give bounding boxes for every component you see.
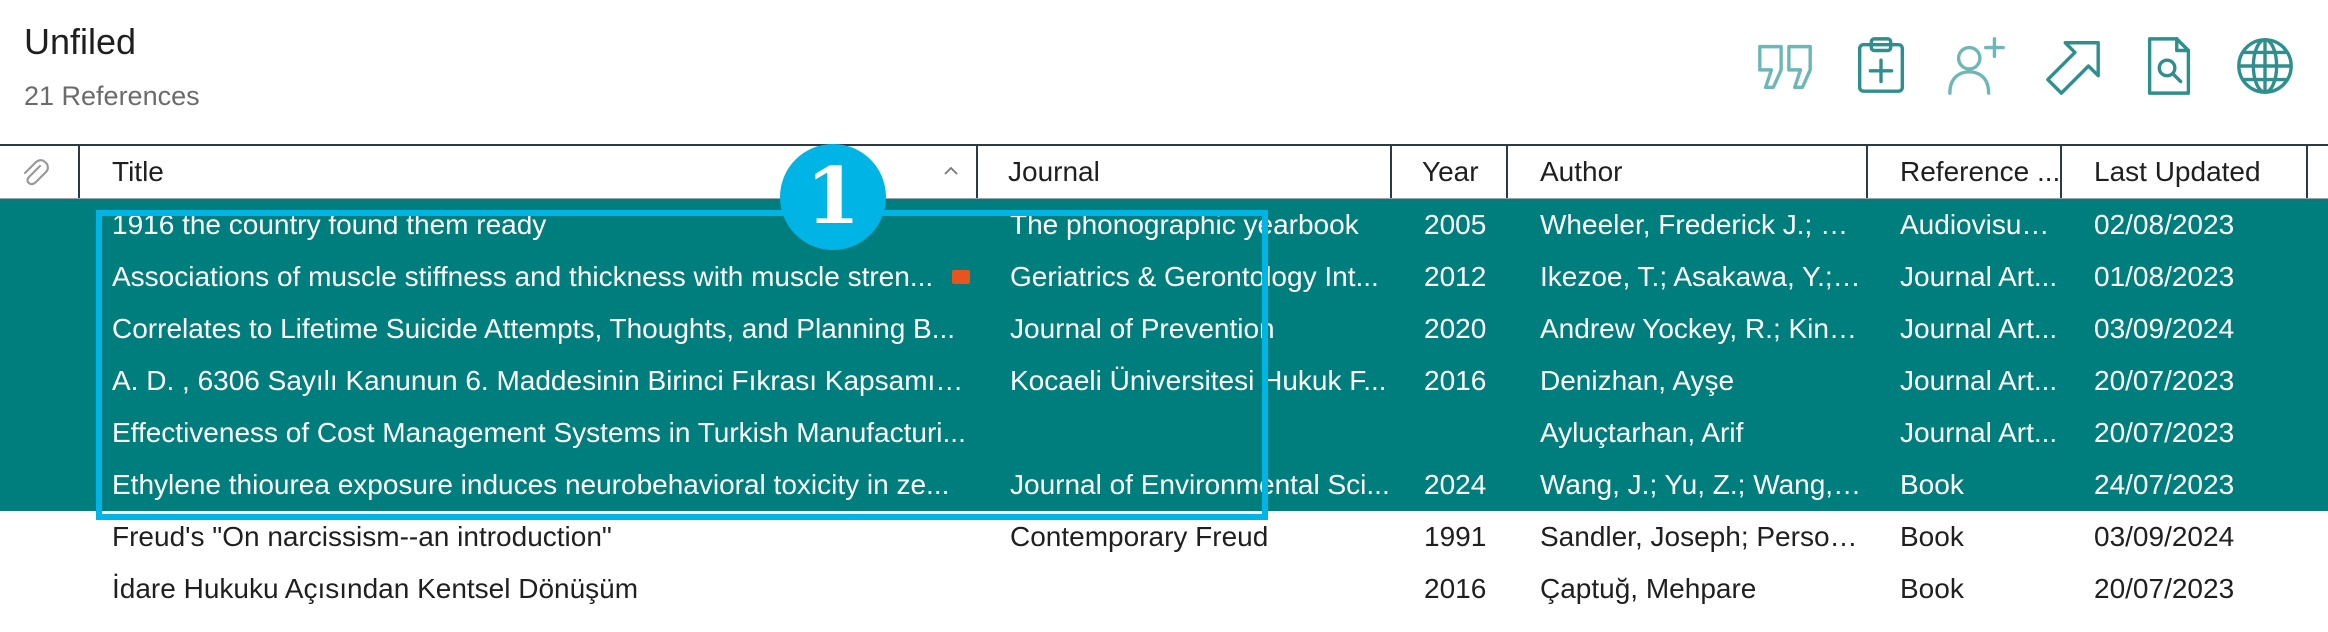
cell-author: Ayluçtarhan, Arif (1540, 417, 1744, 448)
cell-author: Ikezoe, T.; Asakawa, Y.; F... (1540, 261, 1866, 292)
share-arrow-icon (2046, 41, 2100, 95)
cell-author: Sandler, Joseph; Person,... (1540, 521, 1866, 552)
table-row[interactable]: Ethylene thiourea exposure induces neuro… (0, 459, 2328, 511)
table-row[interactable]: Correlates to Lifetime Suicide Attempts,… (0, 303, 2328, 355)
cell-last-updated: 20/07/2023 (2094, 365, 2235, 396)
cell-reference-type: Book (1900, 573, 1964, 604)
table-row[interactable]: Associations of muscle stiffness and thi… (0, 251, 2328, 303)
cell-year: 2024 (1424, 469, 1487, 500)
cell-title: Associations of muscle stiffness and thi… (112, 261, 934, 292)
cell-title: İdare Hukuku Açısından Kentsel Dönüşüm (112, 573, 639, 604)
column-header-author[interactable]: Author (1508, 146, 1868, 198)
cell-journal (1010, 563, 1390, 615)
column-header-author-label: Author (1540, 156, 1623, 187)
cell-last-updated: 02/08/2023 (2094, 209, 2235, 240)
quote-icon (1758, 44, 1812, 90)
column-header-title-label: Title (112, 156, 164, 187)
web-globe-icon (2237, 38, 2293, 94)
cell-year: 1991 (1424, 521, 1487, 552)
cell-year: 2016 (1424, 573, 1487, 604)
folder-title: Unfiled (24, 21, 137, 62)
column-header-last-updated-label: Last Updated (2094, 156, 2261, 187)
cell-reference-type: Journal Art... (1900, 261, 2058, 292)
toolbar (1752, 32, 2298, 100)
column-header-attachment[interactable] (0, 146, 80, 198)
cell-reference-type: Audiovisua... (1900, 209, 2060, 240)
cell-title: A. D. , 6306 Sayılı Kanunun 6. Maddesini… (112, 365, 972, 396)
column-header-journal[interactable]: Journal (978, 146, 1392, 198)
cell-author: Çaptuğ, Mehpare (1540, 573, 1757, 604)
reference-count: 21 References (24, 81, 200, 111)
cell-last-updated: 01/08/2023 (2094, 261, 2235, 292)
cell-reference-type: Journal Art... (1900, 365, 2058, 396)
cell-author: Wheeler, Frederick J.; M... (1540, 209, 1866, 240)
column-header-year[interactable]: Year (1392, 146, 1508, 198)
cell-last-updated: 20/07/2023 (2094, 573, 2235, 604)
table-row[interactable]: İdare Hukuku Açısından Kentsel Dönüşüm 2… (0, 563, 2328, 615)
cell-journal: The phonographic yearbook (1010, 209, 1359, 240)
share-button[interactable] (2040, 33, 2106, 99)
cell-year: 2016 (1424, 365, 1487, 396)
cell-year (1424, 407, 1504, 459)
cell-last-updated: 03/09/2024 (2094, 521, 2235, 552)
cell-title: Freud's "On narcissism--an introduction" (112, 521, 612, 552)
table-header: Title Journal Year Author Reference ... … (0, 144, 2328, 199)
open-url-button[interactable] (2232, 33, 2298, 99)
cell-journal: Journal of Prevention (1010, 313, 1275, 344)
cell-reference-type: Journal Art... (1900, 417, 2058, 448)
callout-badge: 1 (780, 144, 886, 250)
reference-list-view: Unfiled 21 References Title Journal Year… (0, 0, 2328, 632)
cell-title: Ethylene thiourea exposure induces neuro… (112, 469, 950, 500)
cell-title: Correlates to Lifetime Suicide Attempts,… (112, 313, 956, 344)
column-header-last-updated[interactable]: Last Updated (2062, 146, 2308, 198)
cell-reference-type: Book (1900, 469, 1964, 500)
cell-year: 2020 (1424, 313, 1487, 344)
cell-author: Wang, J.; Yu, Z.; Wang, Y... (1540, 469, 1866, 500)
cell-last-updated: 24/07/2023 (2094, 469, 2235, 500)
add-author-button[interactable] (1944, 33, 2010, 99)
flag-icon[interactable] (952, 270, 970, 284)
add-person-icon (1948, 37, 2005, 95)
table-row[interactable]: A. D. , 6306 Sayılı Kanunun 6. Maddesini… (0, 355, 2328, 407)
reference-table: Title Journal Year Author Reference ... … (0, 144, 2328, 615)
cell-reference-type: Book (1900, 521, 1964, 552)
cell-journal: Kocaeli Üniversitesi Hukuk F... (1010, 365, 1387, 396)
cell-journal: Geriatrics & Gerontology Int... (1010, 261, 1379, 292)
paperclip-icon (23, 159, 49, 186)
cell-year: 2005 (1424, 209, 1487, 240)
find-full-text-button[interactable] (2136, 33, 2202, 99)
table-row[interactable]: Effectiveness of Cost Management Systems… (0, 407, 2328, 459)
column-header-reference-type-label: Reference ... (1900, 156, 2061, 187)
cell-author: Andrew Yockey, R.; King,... (1540, 313, 1866, 344)
cell-reference-type: Journal Art... (1900, 313, 2058, 344)
cell-title: Effectiveness of Cost Management Systems… (112, 417, 966, 448)
table-body: 1916 the country found them ready The ph… (0, 199, 2328, 615)
table-row[interactable]: 1916 the country found them ready The ph… (0, 199, 2328, 251)
clipboard-add-icon (1857, 37, 1905, 93)
cell-journal: Contemporary Freud (1010, 521, 1269, 552)
add-to-clipboard-button[interactable] (1848, 33, 1914, 99)
column-header-year-label: Year (1422, 156, 1479, 187)
cell-journal (1010, 407, 1390, 459)
cell-last-updated: 03/09/2024 (2094, 313, 2235, 344)
column-header-reference-type[interactable]: Reference ... (1868, 146, 2062, 198)
sort-ascending-icon (944, 166, 958, 175)
cell-author: Denizhan, Ayşe (1540, 365, 1735, 396)
cell-journal: Journal of Environmental Sci... (1010, 469, 1390, 500)
table-row[interactable]: Freud's "On narcissism--an introduction"… (0, 511, 2328, 563)
column-header-journal-label: Journal (1008, 156, 1100, 187)
insert-citation-button[interactable] (1752, 33, 1818, 99)
cell-last-updated: 20/07/2023 (2094, 417, 2235, 448)
find-pdf-icon (2147, 37, 2191, 95)
cell-year: 2012 (1424, 261, 1487, 292)
